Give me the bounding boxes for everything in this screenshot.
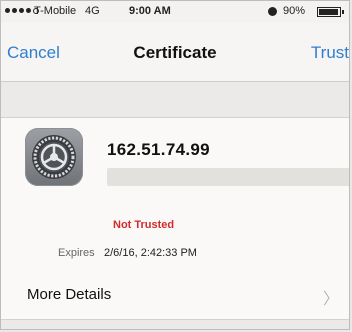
cancel-button[interactable]: Cancel (7, 43, 60, 63)
trust-status-label: Not Trusted (113, 219, 175, 231)
navigation-bar: Certificate Cancel Trust (1, 23, 349, 82)
expires-label: Expires (58, 247, 95, 259)
chevron-right-icon: 〉 (322, 291, 339, 308)
certificate-host: 162.51.74.99 (107, 140, 210, 159)
battery-icon (317, 7, 341, 17)
battery-nub (342, 10, 344, 14)
trust-button[interactable]: Trust (311, 43, 349, 63)
expires-value: 2/6/16, 2:42:33 PM (104, 247, 197, 259)
redacted-detail (107, 168, 349, 186)
clock: 9:00 AM (129, 5, 171, 17)
network-type: 4G (85, 5, 100, 17)
more-details-label: More Details (27, 286, 112, 303)
battery-percentage: 90% (283, 5, 306, 17)
more-details-row[interactable]: More Details 〉 (1, 271, 349, 320)
certificate-screen: T-Mobile 4G 9:00 AM 90% Certificate Canc… (0, 0, 350, 330)
carrier-name: T-Mobile (34, 5, 77, 17)
status-bar: T-Mobile 4G 9:00 AM 90% (1, 1, 349, 23)
alarm-icon (268, 7, 277, 16)
settings-gear-icon (25, 128, 83, 186)
certificate-card: 162.51.74.99 Not Trusted Expires 2/6/16,… (1, 117, 349, 273)
